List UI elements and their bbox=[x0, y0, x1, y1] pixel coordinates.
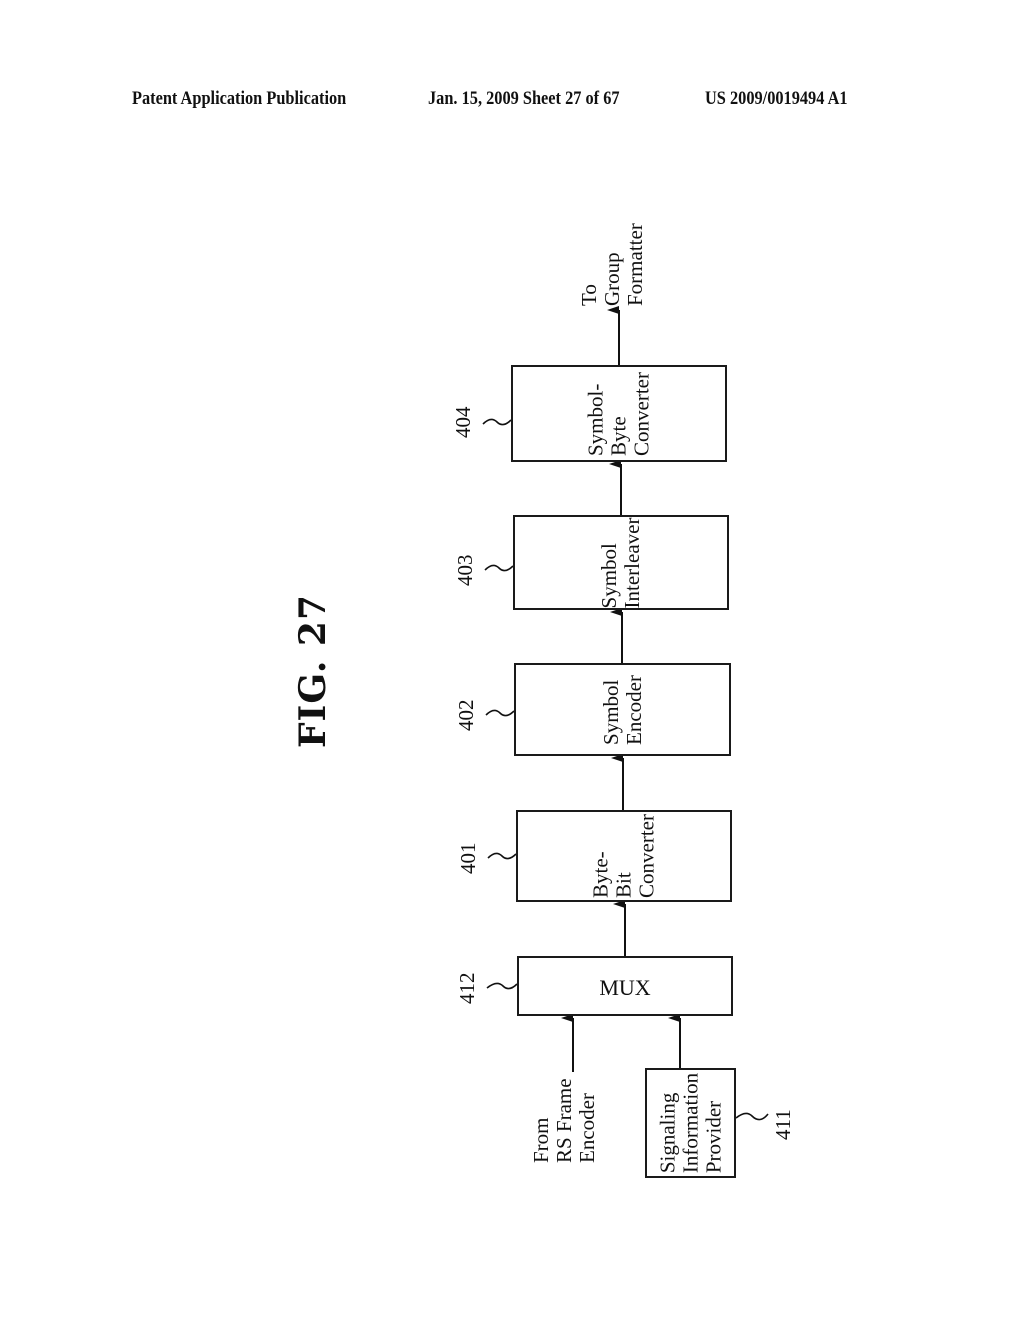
block-label-line: Converter bbox=[629, 371, 654, 456]
ref-number-402: 402 bbox=[454, 699, 478, 732]
block-label: Symbol Encoder bbox=[598, 674, 646, 745]
connector-lines bbox=[482, 306, 769, 1121]
block-label-line: Converter bbox=[634, 814, 659, 898]
ref-leader-412 bbox=[486, 982, 518, 990]
ref-number-411: 411 bbox=[771, 1109, 795, 1140]
block-signaling-information-provider: Signaling Information Provider bbox=[645, 1068, 736, 1178]
output-label-line: Group bbox=[600, 252, 624, 306]
input-label-line: From bbox=[529, 1117, 553, 1163]
block-symbol-byte-converter: Symbol- Byte Converter bbox=[511, 365, 727, 462]
block-symbol-interleaver: Symbol Interleaver bbox=[513, 515, 729, 610]
block-label-line: Symbol- bbox=[583, 383, 608, 456]
ref-number-412: 412 bbox=[455, 972, 479, 1005]
output-label-line: Formatter bbox=[623, 223, 647, 306]
output-label-line: To bbox=[577, 284, 601, 306]
input-label-line: Encoder bbox=[575, 1093, 599, 1163]
block-label: Signaling Information Provider bbox=[655, 1072, 725, 1174]
block-label-line: Provider bbox=[701, 1100, 725, 1174]
block-label-line: Interleaver bbox=[620, 517, 644, 608]
ref-leader-404 bbox=[482, 418, 512, 426]
block-label-line: Symbol bbox=[597, 542, 621, 608]
output-label: To Group Formatter bbox=[577, 223, 647, 306]
block-label: Byte- Bit Converter bbox=[588, 814, 659, 898]
ref-number-403: 403 bbox=[453, 554, 477, 587]
input-label-line: RS Frame bbox=[552, 1078, 576, 1163]
ref-leader-402 bbox=[485, 709, 515, 717]
ref-number-404: 404 bbox=[451, 406, 475, 439]
block-label-line: Encoder bbox=[621, 674, 646, 745]
block-label: Symbol- Byte Converter bbox=[583, 371, 654, 456]
block-label-line: Signaling bbox=[655, 1092, 679, 1174]
block-label-line: Byte- bbox=[588, 851, 613, 898]
block-label-line: Bit bbox=[611, 872, 636, 898]
ref-leader-411 bbox=[735, 1112, 769, 1121]
block-byte-bit-converter: Byte- Bit Converter bbox=[516, 810, 732, 902]
block-label: MUX bbox=[599, 975, 651, 1000]
ref-number-401: 401 bbox=[456, 842, 480, 875]
block-label-line: Information bbox=[678, 1072, 702, 1174]
ref-leader-401 bbox=[487, 852, 517, 860]
block-symbol-encoder: Symbol Encoder bbox=[514, 663, 731, 756]
block-label-line: Symbol bbox=[598, 679, 623, 745]
block-label: Symbol Interleaver bbox=[597, 517, 644, 608]
block-label-line: Byte bbox=[606, 415, 631, 456]
input-label: From RS Frame Encoder bbox=[529, 1078, 599, 1163]
block-mux: MUX bbox=[517, 956, 733, 1016]
ref-leader-403 bbox=[484, 564, 514, 572]
